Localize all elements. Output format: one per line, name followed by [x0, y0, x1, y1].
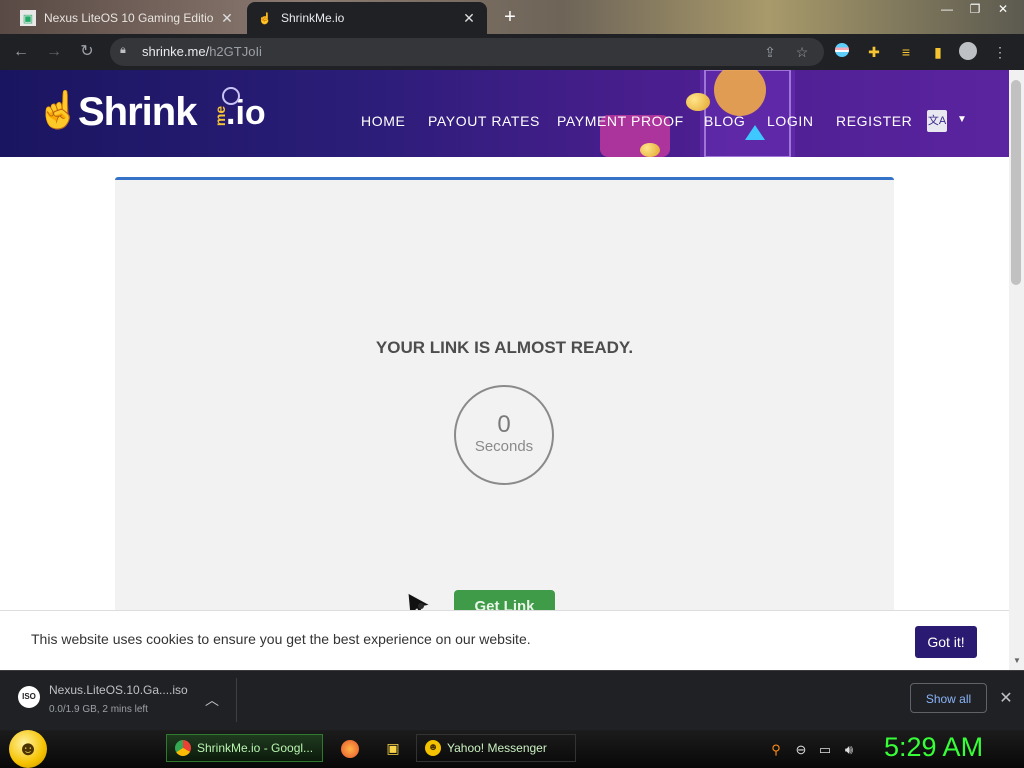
yahoo-messenger-smiley-icon: ☻ [425, 740, 441, 756]
nav-register[interactable]: REGISTER [836, 113, 912, 129]
countdown-value: 0 [497, 411, 511, 438]
forward-arrow-icon[interactable]: → [44, 42, 64, 62]
url-domain: shrinke.me/ [142, 44, 210, 59]
profile-flag-icon[interactable] [832, 42, 852, 62]
lock-icon[interactable]: 🔒︎ [120, 44, 130, 58]
tab-title: ShrinkMe.io [281, 11, 345, 25]
logo-shrink-text[interactable]: Shrink [78, 90, 197, 135]
language-translate-icon[interactable]: 文A [927, 110, 947, 132]
shrinkme-hand-icon: ☝ [258, 12, 272, 25]
scrollbar-thumb[interactable] [1011, 80, 1021, 285]
scroll-down-arrow-icon[interactable]: ▼ [1011, 656, 1023, 668]
menu-kebab-icon[interactable]: ⋮ [990, 42, 1010, 62]
folder-icon[interactable]: ▣ [385, 740, 401, 756]
back-arrow-icon[interactable]: ← [11, 42, 31, 62]
page-headline: YOUR LINK IS ALMOST READY. [375, 338, 634, 357]
nav-home[interactable]: HOME [361, 113, 405, 129]
nav-login[interactable]: LOGIN [767, 113, 814, 129]
restore-icon[interactable]: ❐ [962, 0, 988, 18]
taskbar-item-yahoo-messenger[interactable]: ☻ Yahoo! Messenger [416, 734, 576, 762]
nav-blog[interactable]: BLOG [704, 113, 745, 129]
url-path: h2GTJoIi [209, 44, 262, 59]
new-tab-button[interactable]: + [497, 4, 523, 30]
display-icon[interactable]: ▭ [817, 742, 833, 758]
chrome-icon [175, 740, 191, 756]
firefox-icon[interactable] [341, 740, 359, 758]
download-status: 0.0/1.9 GB, 2 mins left [49, 704, 148, 715]
taskbar-item-label: Yahoo! Messenger [447, 741, 547, 755]
logo-hand-icon: ☝ [36, 89, 81, 130]
start-smiley-icon[interactable]: ☻ [9, 730, 47, 768]
coin-decoration [640, 143, 660, 157]
got-it-button[interactable]: Got it! [915, 626, 977, 658]
chevron-up-icon[interactable]: ︿ [205, 690, 221, 710]
close-shelf-icon[interactable]: ✕ [998, 688, 1014, 708]
extensions-puzzle-icon[interactable]: ✚ [864, 42, 884, 62]
download-filename[interactable]: Nexus.LiteOS.10.Ga....iso [49, 683, 188, 697]
close-tab-icon[interactable]: ✕ [219, 10, 235, 27]
network-minus-icon[interactable]: ⊖ [793, 742, 809, 758]
close-window-icon[interactable]: ✕ [990, 0, 1016, 18]
taskbar-item-chrome[interactable]: ShrinkMe.io - Googl... [166, 734, 323, 762]
reading-list-icon[interactable]: ≡ [896, 42, 916, 62]
cookie-message: This website uses cookies to ensure you … [31, 631, 531, 647]
tab-title: Nexus LiteOS 10 Gaming Editio [44, 11, 214, 25]
iso-file-icon[interactable]: ISO [18, 686, 40, 708]
search-icon[interactable]: ⚲ [768, 742, 784, 758]
download-shelf [0, 670, 1024, 731]
nav-payout-rates[interactable]: PAYOUT RATES [428, 113, 540, 129]
nav-payment-proof[interactable]: PAYMENT PROOF [557, 113, 684, 129]
shelf-divider [236, 678, 237, 722]
side-panel-icon[interactable]: ▮ [928, 42, 948, 62]
close-tab-icon[interactable]: ✕ [461, 10, 477, 27]
tab-shrinkme[interactable]: ☝ ShrinkMe.io ✕ [247, 2, 487, 34]
share-icon[interactable]: ⇪ [760, 42, 780, 62]
url-text[interactable]: shrinke.me/h2GTJoIi [142, 44, 262, 59]
taskbar-item-label: ShrinkMe.io - Googl... [197, 741, 314, 755]
bookmark-star-icon[interactable]: ☆ [792, 42, 812, 62]
taskbar-clock[interactable]: 5:29 AM [884, 732, 983, 763]
liteos-favicon-icon: ▣ [20, 10, 36, 26]
logo-bubble-icon [222, 87, 240, 105]
countdown-unit: Seconds [474, 438, 534, 455]
coin-decoration [686, 93, 710, 111]
minimize-icon[interactable]: — [934, 0, 960, 18]
volume-icon[interactable]: 🔊︎ [841, 742, 857, 758]
account-avatar-icon[interactable] [958, 42, 978, 62]
reload-icon[interactable]: ↻ [77, 42, 97, 62]
tab-liteos[interactable]: ▣ Nexus LiteOS 10 Gaming Editio ✕ [10, 2, 245, 34]
caret-down-icon[interactable]: ▼ [957, 114, 967, 125]
show-all-downloads-button[interactable]: Show all [910, 683, 987, 713]
